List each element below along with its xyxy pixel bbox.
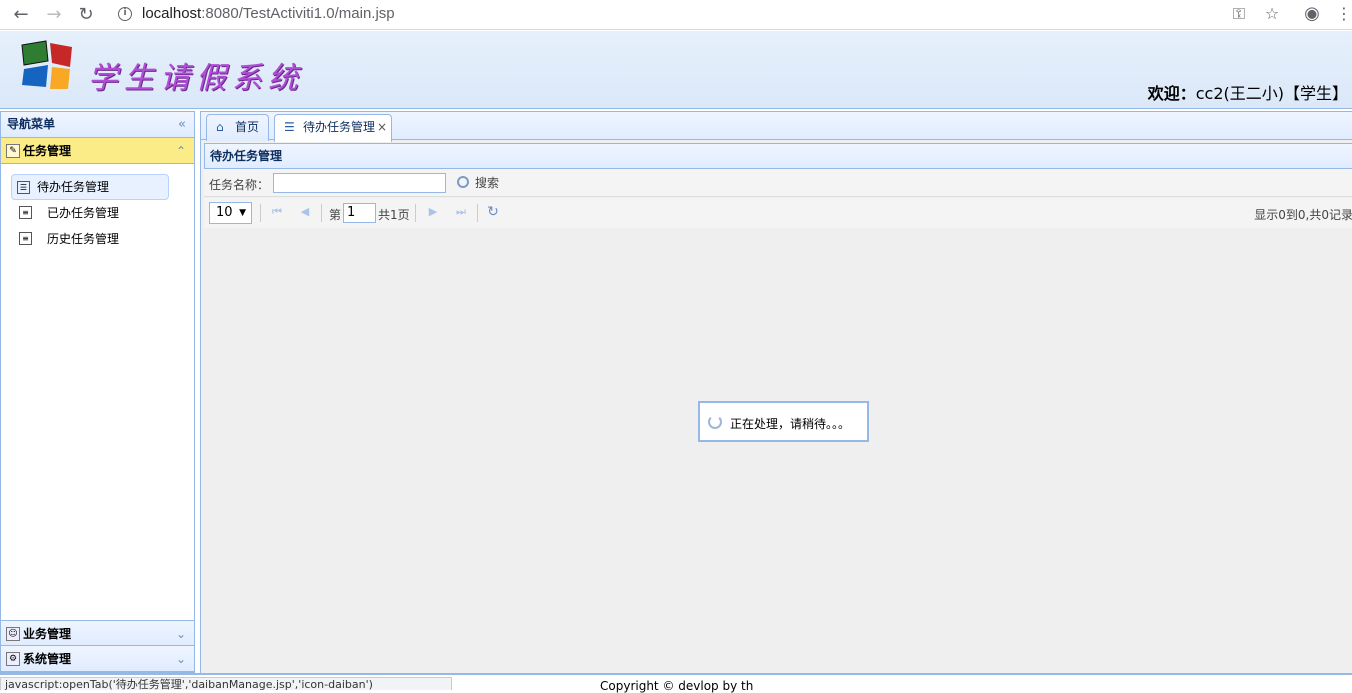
section-label: 系统管理 bbox=[23, 652, 72, 666]
nav-item-done-tasks[interactable]: ≡ 已办任务管理 bbox=[11, 200, 169, 226]
page-size-value: 10 bbox=[216, 205, 233, 220]
page-size-select[interactable]: 10 ▼ bbox=[209, 202, 252, 224]
nav-item-label: 已办任务管理 bbox=[47, 206, 120, 220]
page-number-input[interactable]: 1 bbox=[343, 203, 376, 223]
task-manage-body: ☰ 待办任务管理 ≡ 已办任务管理 ≡ 历史任务管理 bbox=[1, 164, 194, 620]
info-icon[interactable]: i bbox=[118, 7, 132, 21]
loading-dialog: 正在处理，请稍待。。。 bbox=[698, 401, 869, 442]
checklist-icon: ☰ bbox=[284, 120, 295, 134]
search-toolbar: 任务名称： 搜索 bbox=[204, 169, 1352, 197]
history-icon: ≡ bbox=[19, 232, 32, 245]
search-button[interactable]: 搜索 bbox=[457, 174, 499, 192]
reload-icon[interactable]: ↻ bbox=[76, 5, 96, 25]
menu-icon[interactable]: ⋮ bbox=[1334, 4, 1352, 24]
next-page-icon[interactable]: ▶ bbox=[425, 204, 441, 220]
dropdown-arrow-icon: ▼ bbox=[239, 208, 246, 218]
close-icon[interactable]: × bbox=[377, 115, 387, 140]
chevron-down-icon[interactable]: ⌄ bbox=[176, 646, 186, 672]
welcome-user: cc2(王二小)【学生】 bbox=[1195, 84, 1348, 103]
account-icon[interactable]: ◉ bbox=[1302, 4, 1322, 24]
separator bbox=[477, 204, 478, 222]
url-text: localhost:8080/TestActiviti1.0/main.jsp bbox=[142, 5, 395, 22]
search-label: 任务名称： bbox=[209, 178, 270, 192]
welcome-label: 欢迎： bbox=[1147, 84, 1196, 103]
tab-label: 首页 bbox=[235, 120, 260, 134]
nav-item-label: 待办任务管理 bbox=[37, 180, 110, 194]
section-task-manage[interactable]: ✎ 任务管理 ⌃ bbox=[1, 138, 194, 164]
search-icon bbox=[457, 176, 469, 188]
forward-icon[interactable]: → bbox=[44, 5, 64, 25]
tab-bar: ⌂ 首页 ☰ 待办任务管理 × bbox=[201, 111, 1352, 142]
tab-home[interactable]: ⌂ 首页 bbox=[206, 114, 269, 141]
browser-status-bar: javascript:openTab('待办任务管理','daibanManag… bbox=[0, 677, 452, 690]
nav-panel: 导航菜单 « ✎ 任务管理 ⌃ ☰ 待办任务管理 ≡ 已办任务管理 ≡ 历史任务… bbox=[0, 111, 195, 673]
tab-label: 待办任务管理 bbox=[303, 120, 376, 134]
copyright-text: Copyright © devlop by th bbox=[600, 679, 754, 693]
checklist-icon: ☰ bbox=[17, 181, 30, 194]
page-total: 共1页 bbox=[378, 208, 410, 222]
page-prefix: 第 bbox=[329, 208, 342, 222]
browser-toolbar: ← → ↻ i localhost:8080/TestActiviti1.0/m… bbox=[0, 0, 1352, 30]
pager-info: 显示0到0,共0记录 bbox=[1254, 208, 1352, 222]
home-icon: ⌂ bbox=[216, 120, 224, 134]
edit-icon: ✎ bbox=[6, 144, 20, 158]
back-icon[interactable]: ← bbox=[11, 5, 31, 25]
spinner-icon bbox=[708, 415, 722, 429]
section-system-manage[interactable]: ⚙ 系统管理 ⌄ bbox=[1, 646, 194, 672]
star-icon[interactable]: ☆ bbox=[1262, 4, 1282, 24]
search-button-label: 搜索 bbox=[475, 176, 500, 190]
chevron-up-icon[interactable]: ⌃ bbox=[176, 138, 186, 164]
first-page-icon[interactable]: ⏮ bbox=[269, 204, 285, 220]
separator bbox=[415, 204, 416, 222]
chevron-down-icon[interactable]: ⌄ bbox=[176, 621, 186, 647]
separator bbox=[321, 204, 322, 222]
refresh-icon[interactable]: ↻ bbox=[485, 204, 501, 220]
nav-title-bar: 导航菜单 « bbox=[1, 112, 194, 138]
logo-icon bbox=[21, 40, 72, 89]
nav-item-label: 历史任务管理 bbox=[47, 232, 120, 246]
address-bar[interactable]: i localhost:8080/TestActiviti1.0/main.js… bbox=[110, 3, 1210, 27]
tab-todo-tasks[interactable]: ☰ 待办任务管理 × bbox=[274, 114, 392, 142]
nav-title: 导航菜单 bbox=[7, 117, 56, 131]
section-label: 业务管理 bbox=[23, 627, 72, 641]
document-icon: ≡ bbox=[19, 206, 32, 219]
key-icon[interactable]: ⚿ bbox=[1229, 4, 1249, 24]
collapse-left-icon[interactable]: « bbox=[178, 112, 186, 137]
panel-title: 待办任务管理 bbox=[204, 143, 1352, 169]
nav-item-todo-tasks[interactable]: ☰ 待办任务管理 bbox=[11, 174, 169, 200]
business-icon: ☺ bbox=[6, 627, 20, 641]
last-page-icon[interactable]: ⏭ bbox=[453, 204, 469, 220]
task-name-input[interactable] bbox=[273, 173, 446, 193]
welcome-text: 欢迎：cc2(王二小)【学生】 bbox=[1148, 80, 1348, 104]
app-header: 学生请假系统 欢迎：cc2(王二小)【学生】 bbox=[0, 31, 1352, 109]
system-title: 学生请假系统 bbox=[88, 61, 304, 96]
section-label: 任务管理 bbox=[23, 144, 72, 158]
prev-page-icon[interactable]: ◀ bbox=[297, 204, 313, 220]
pagination-bar: 10 ▼ ⏮ ◀ 第 1 共1页 ▶ ⏭ ↻ 显示0到0,共0记录 bbox=[204, 198, 1352, 228]
section-business-manage[interactable]: ☺ 业务管理 ⌄ bbox=[1, 620, 194, 646]
nav-item-history-tasks[interactable]: ≡ 历史任务管理 bbox=[11, 226, 169, 252]
main-content: ⌂ 首页 ☰ 待办任务管理 × 待办任务管理 任务名称： 搜索 10 ▼ ⏮ ◀ … bbox=[200, 111, 1352, 673]
footer: javascript:openTab('待办任务管理','daibanManag… bbox=[0, 673, 1352, 693]
settings-icon: ⚙ bbox=[6, 652, 20, 666]
separator bbox=[260, 204, 261, 222]
loading-text: 正在处理，请稍待。。。 bbox=[730, 417, 851, 431]
